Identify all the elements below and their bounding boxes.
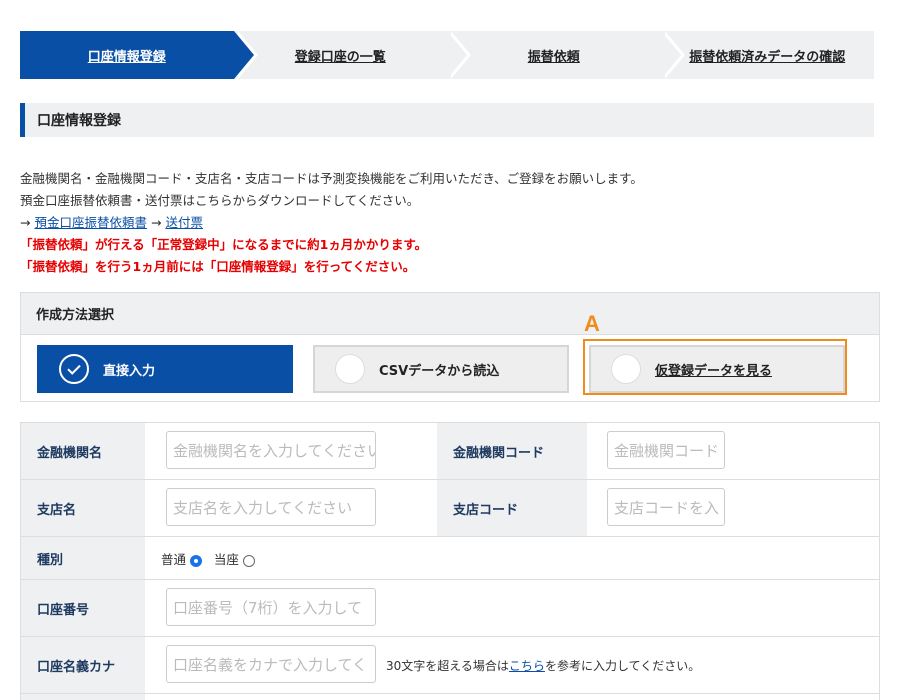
branch-name-label: 支店名 [21, 480, 145, 536]
cover-sheet-link[interactable]: 送付票 [165, 215, 203, 230]
checked-circle-icon [59, 354, 89, 384]
step-label: 振替依頼済みデータの確認 [689, 49, 846, 65]
csv-import-button[interactable]: CSVデータから読込 [313, 345, 569, 393]
branch-code-input[interactable]: 支店コードを入 [607, 488, 725, 526]
radio-current[interactable] [242, 554, 255, 567]
method-heading: 作成方法選択 [21, 293, 879, 335]
info-line-2: 預金口座振替依頼書・送付票はこちらからダウンロードしてください。 [20, 193, 420, 208]
account-name-note: 30文字を超える場合はこちらを参考に入力してください。 [386, 657, 700, 674]
type-option-label: 普通 [161, 552, 187, 567]
bank-code-label: 金融機関コード [437, 423, 587, 479]
info-line-1: 金融機関名・金融機関コード・支店名・支店コードは予測変換機能をご利用いただき、ご… [20, 171, 643, 186]
step-confirm-requests[interactable]: 振替依頼済みデータの確認 [660, 31, 874, 79]
annotation-highlight-box [583, 339, 847, 395]
type-option-label: 当座 [213, 552, 239, 567]
info-text: 金融機関名・金融機関コード・支店名・支店コードは予測変換機能をご利用いただき、ご… [20, 168, 880, 278]
step-transfer-request[interactable]: 振替依頼 [447, 31, 684, 79]
bank-code-input[interactable]: 金融機関コード [607, 431, 725, 469]
account-number-input[interactable]: 口座番号（7桁）を入力して [166, 588, 376, 626]
note-prefix: 30文字を超える場合は [386, 659, 509, 673]
step-label: 口座情報登録 [87, 49, 166, 65]
option-label: 直接入力 [103, 363, 156, 379]
step-account-registration[interactable]: 口座情報登録 [20, 31, 257, 79]
step-registered-accounts[interactable]: 登録口座の一覧 [233, 31, 471, 79]
step-label: 登録口座の一覧 [294, 49, 386, 65]
annotation-label: A [584, 311, 600, 336]
note-suffix: を参考に入力してください。 [544, 659, 701, 673]
form-row-type: 種別 普通 当座 [21, 537, 879, 580]
bank-name-label: 金融機関名 [21, 423, 145, 479]
direct-input-button[interactable]: 直接入力 [37, 345, 293, 393]
progress-stepper: 口座情報登録 登録口座の一覧 振替依頼 振替依頼済みデータの確認 [20, 31, 874, 79]
account-form: 金融機関名 金融機関名を入力してください 金融機関コード 金融機関コード 支店名… [20, 422, 880, 700]
form-row-branch: 支店名 支店名を入力してください 支店コード 支店コードを入 [21, 480, 879, 537]
account-name-label: 口座名義カナ [21, 637, 145, 693]
warning-line-1: 「振替依頼」が行える「正常登録中」になるまでに約1ヵ月かかります。 [20, 237, 428, 252]
step-label: 振替依頼 [527, 49, 580, 65]
form-row-account-number: 口座番号 口座番号（7桁）を入力して [21, 580, 879, 637]
transfer-request-form-link[interactable]: 預金口座振替依頼書 [34, 215, 147, 230]
section-title: 口座情報登録 [20, 103, 874, 137]
arrow-icon: → [20, 215, 31, 230]
bank-name-input[interactable]: 金融機関名を入力してください [166, 431, 376, 469]
account-type-label: 種別 [21, 537, 145, 579]
reference-link[interactable]: こちら [509, 659, 545, 673]
form-row-next [21, 694, 879, 700]
account-name-input[interactable]: 口座名義をカナで入力してく [166, 645, 376, 683]
arrow-icon: → [150, 215, 162, 230]
account-number-label: 口座番号 [21, 580, 145, 636]
option-label: CSVデータから読込 [379, 363, 500, 379]
form-row-account-name: 口座名義カナ 口座名義をカナで入力してく 30文字を超える場合はこちらを参考に入… [21, 637, 879, 694]
empty-circle-icon [335, 354, 365, 384]
radio-ordinary[interactable] [190, 554, 202, 567]
download-links: → 預金口座振替依頼書 → 送付票 [20, 212, 880, 234]
account-type-options: 普通 当座 [161, 549, 255, 568]
warning-line-2: 「振替依頼」を行う1ヵ月前には「口座情報登録」を行ってください。 [20, 259, 416, 274]
branch-name-input[interactable]: 支店名を入力してください [166, 488, 376, 526]
form-row-bank: 金融機関名 金融機関名を入力してください 金融機関コード 金融機関コード [21, 423, 879, 480]
next-row-label [21, 694, 145, 700]
branch-code-label: 支店コード [437, 480, 587, 536]
